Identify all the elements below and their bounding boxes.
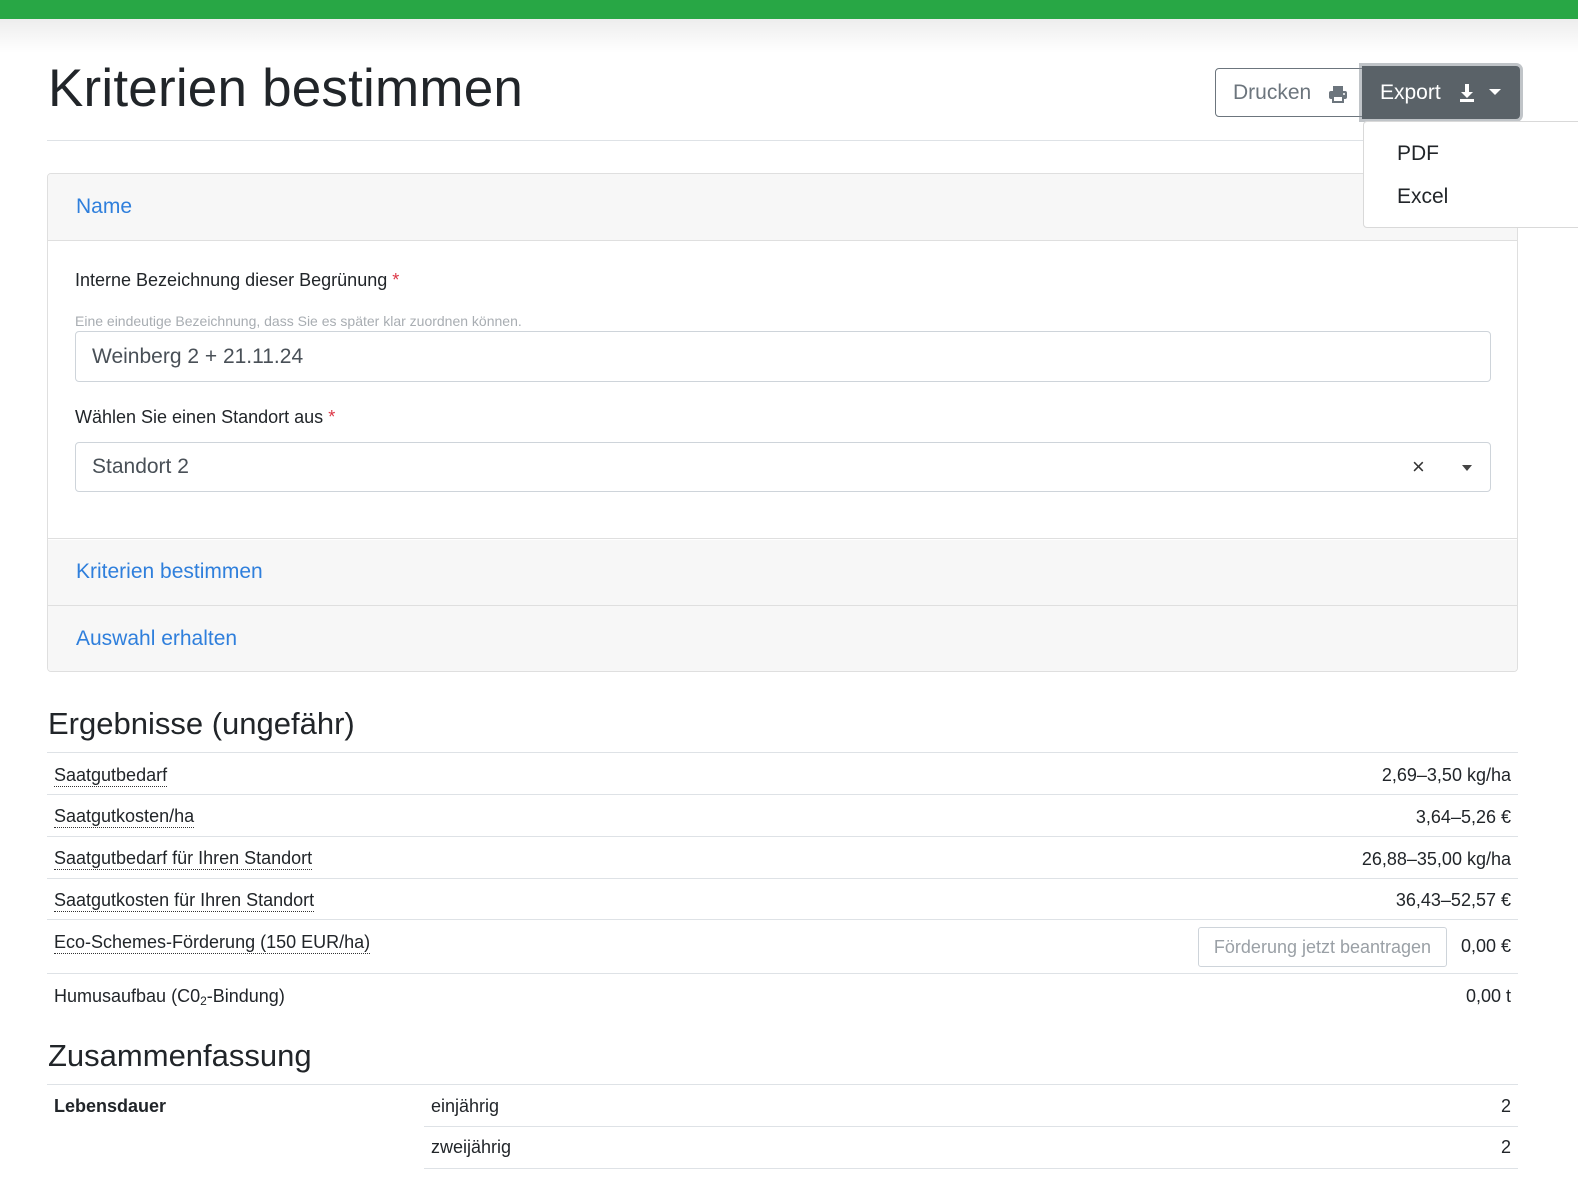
top-shadow xyxy=(0,19,1578,53)
location-select-value: Standort 2 xyxy=(92,455,189,478)
name-input-value: Weinberg 2 + 21.11.24 xyxy=(92,344,304,368)
result-value: 2,69–3,50 kg/ha xyxy=(1381,765,1511,785)
location-select[interactable]: Standort 2 × xyxy=(75,442,1491,492)
print-button[interactable]: Drucken xyxy=(1215,68,1363,117)
name-field-help: Eine eindeutige Bezeichnung, dass Sie es… xyxy=(75,313,522,329)
summary-group-label: Lebensdauer xyxy=(54,1096,167,1116)
name-field-label: Interne Bezeichnung dieser Begrünung * xyxy=(75,270,399,291)
result-value: 0,00 t xyxy=(1465,986,1511,1006)
export-menu-item-excel[interactable]: Excel xyxy=(1397,185,1448,209)
accordion-header-label: Kriterien bestimmen xyxy=(76,560,263,583)
location-field-label-text: Wählen Sie einen Standort aus xyxy=(75,407,324,427)
export-menu: PDF Excel xyxy=(1363,121,1578,228)
result-label-humus: Humusaufbau (C02-Bindung) xyxy=(54,986,285,1008)
required-mark: * xyxy=(328,407,336,427)
summary-row-value: 2 xyxy=(1500,1137,1511,1157)
table-row: Saatgutkosten für Ihren Standort 36,43–5… xyxy=(47,878,1518,919)
results-title: Ergebnisse (ungefähr) xyxy=(48,706,355,741)
humus-label-subscript: 2 xyxy=(200,994,207,1008)
summary-top-rule xyxy=(47,1084,1518,1085)
required-mark: * xyxy=(392,270,400,290)
printer-icon xyxy=(1329,86,1347,103)
download-icon xyxy=(1460,84,1474,102)
top-brand-bar xyxy=(0,0,1578,19)
result-label[interactable]: Saatgutkosten für Ihren Standort xyxy=(54,889,315,912)
apply-funding-button[interactable]: Förderung jetzt beantragen xyxy=(1198,927,1447,967)
summary-row-divider xyxy=(424,1168,1518,1169)
table-row: Humusaufbau (C02-Bindung) 0,00 t xyxy=(47,973,1518,1019)
humus-label-suffix: -Bindung) xyxy=(206,986,285,1006)
print-button-label: Drucken xyxy=(1233,80,1312,104)
page-title: Kriterien bestimmen xyxy=(48,59,524,118)
table-row: Eco-Schemes-Förderung (150 EUR/ha) Förde… xyxy=(47,919,1518,973)
result-label[interactable]: Saatgutkosten/ha xyxy=(54,805,195,828)
result-value: 3,64–5,26 € xyxy=(1415,807,1511,827)
export-dropdown-button[interactable]: Export xyxy=(1362,66,1520,119)
summary-row-label: zweijährig xyxy=(431,1137,512,1157)
result-value: 26,88–35,00 kg/ha xyxy=(1361,849,1511,869)
result-label[interactable]: Eco-Schemes-Förderung (150 EUR/ha) xyxy=(54,931,371,954)
result-value: 0,00 € xyxy=(1460,936,1511,956)
accordion-header-name[interactable]: Name xyxy=(48,174,1517,240)
accordion-header-kriterien[interactable]: Kriterien bestimmen xyxy=(48,540,1517,605)
accordion-header-label: Name xyxy=(76,195,133,218)
summary-table: Lebensdauer einjährig 2 zweijährig 2 xyxy=(47,1084,1518,1174)
result-label[interactable]: Saatgutbedarf für Ihren Standort xyxy=(54,847,313,870)
chevron-down-icon[interactable] xyxy=(1462,465,1472,471)
accordion-header-label: Auswahl erhalten xyxy=(76,627,238,650)
summary-row-label: einjährig xyxy=(431,1096,500,1116)
export-menu-item-pdf[interactable]: PDF xyxy=(1397,142,1439,166)
name-field-label-text: Interne Bezeichnung dieser Begrünung xyxy=(75,270,388,290)
summary-title: Zusammenfassung xyxy=(48,1038,312,1073)
location-field-label: Wählen Sie einen Standort aus * xyxy=(75,407,335,428)
table-row: Saatgutbedarf 2,69–3,50 kg/ha xyxy=(47,752,1518,794)
chevron-down-icon xyxy=(1489,89,1501,95)
result-label[interactable]: Saatgutbedarf xyxy=(54,764,168,787)
clear-icon[interactable]: × xyxy=(1412,454,1425,480)
name-input[interactable]: Weinberg 2 + 21.11.24 xyxy=(75,331,1491,382)
title-divider xyxy=(47,140,1518,141)
summary-row-value: 2 xyxy=(1500,1096,1511,1116)
export-button-label: Export xyxy=(1380,80,1441,104)
summary-row-divider xyxy=(424,1126,1518,1127)
table-row: Saatgutkosten/ha 3,64–5,26 € xyxy=(47,794,1518,836)
form-accordion: Name Interne Bezeichnung dieser Begrünun… xyxy=(47,173,1518,672)
accordion-header-auswahl[interactable]: Auswahl erhalten xyxy=(48,606,1517,671)
humus-label-prefix: Humusaufbau (C0 xyxy=(54,986,201,1006)
table-row: Saatgutbedarf für Ihren Standort 26,88–3… xyxy=(47,836,1518,878)
result-value: 36,43–52,57 € xyxy=(1395,890,1511,910)
